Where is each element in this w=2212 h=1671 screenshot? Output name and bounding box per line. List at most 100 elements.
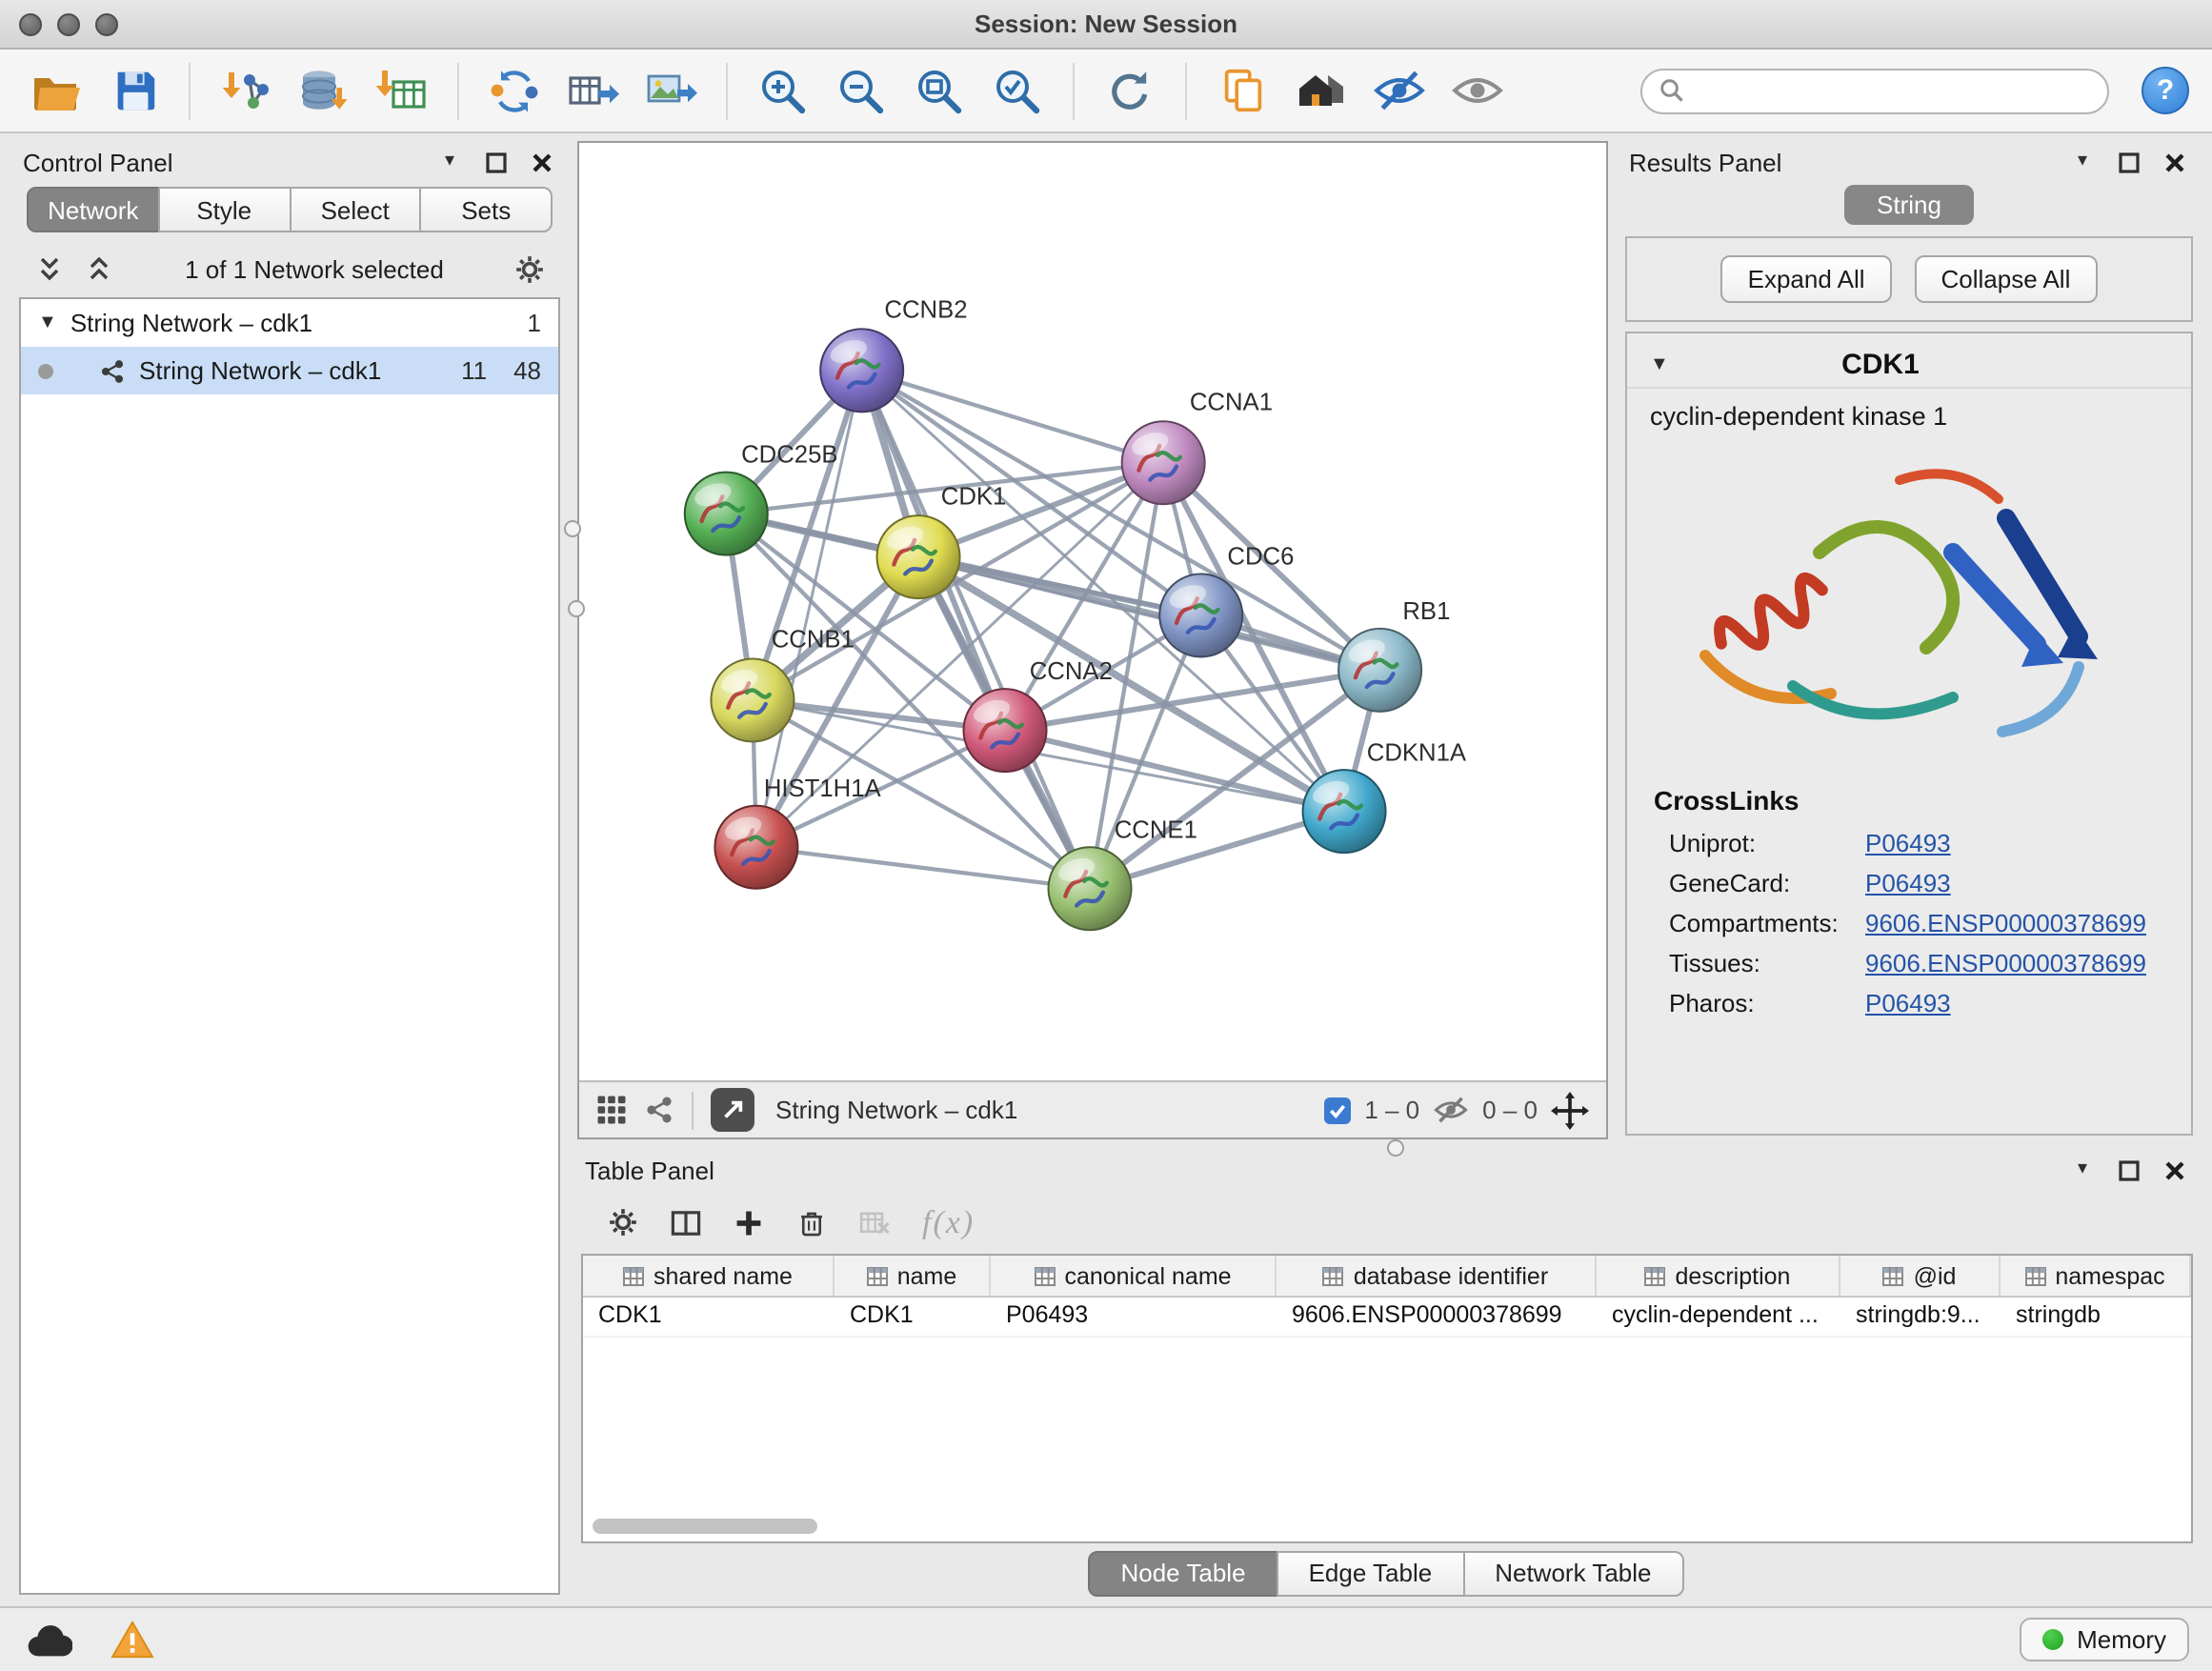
copy-button[interactable]: [1210, 58, 1275, 123]
network-collection-row[interactable]: ▼ String Network – cdk1 1: [21, 299, 558, 347]
column-header--id[interactable]: @id: [1840, 1256, 2001, 1296]
delete-column-trash-icon[interactable]: [796, 1207, 827, 1238]
tab-node-table[interactable]: Node Table: [1088, 1550, 1277, 1596]
cloud-status-icon[interactable]: [23, 1615, 72, 1664]
tab-network[interactable]: Network: [27, 187, 160, 232]
apply-layout-button[interactable]: [1097, 58, 1162, 123]
search-input[interactable]: [1696, 77, 2090, 104]
memory-button[interactable]: Memory: [2020, 1618, 2189, 1661]
create-column-plus-icon[interactable]: [734, 1207, 764, 1238]
node-label-CCNB1: CCNB1: [772, 627, 855, 654]
birdseye-grid-icon[interactable]: [596, 1095, 627, 1125]
collapse-all-networks-icon[interactable]: [84, 253, 114, 284]
close-panel-icon[interactable]: [2159, 147, 2189, 177]
open-session-button[interactable]: [23, 58, 88, 123]
tab-network-table[interactable]: Network Table: [1462, 1550, 1683, 1596]
new-network-from-selection-button[interactable]: [482, 58, 547, 123]
column-grid-icon: [1645, 1266, 1666, 1285]
zoom-out-button[interactable]: [829, 58, 894, 123]
close-panel-icon[interactable]: [2159, 1155, 2189, 1185]
export-image-button[interactable]: [638, 58, 703, 123]
splitter-handle[interactable]: [1387, 1139, 1404, 1157]
column-header-label: namespac: [2055, 1262, 2164, 1289]
close-window-button[interactable]: [19, 12, 42, 35]
save-session-button[interactable]: [101, 58, 166, 123]
float-panel-icon[interactable]: [2113, 147, 2143, 177]
float-panel-icon[interactable]: [2113, 1155, 2143, 1185]
expand-all-networks-icon[interactable]: [34, 253, 65, 284]
import-network-from-file-button[interactable]: [213, 58, 278, 123]
network-node-RB1[interactable]: RB1: [1338, 598, 1450, 712]
column-header-name[interactable]: name: [835, 1256, 991, 1296]
crosslink-row: Uniprot:P06493: [1627, 823, 2191, 863]
network-overview-share-icon[interactable]: [644, 1095, 674, 1125]
selected-checkbox-icon[interactable]: [1324, 1097, 1351, 1123]
gene-collapse-icon[interactable]: ▼: [1650, 355, 1669, 374]
open-in-window-button[interactable]: [711, 1088, 754, 1132]
hidden-eye-slash-icon[interactable]: [1433, 1092, 1469, 1128]
collapse-all-button[interactable]: Collapse All: [1915, 255, 2098, 303]
zoom-window-button[interactable]: [95, 12, 118, 35]
column-header-shared-name[interactable]: shared name: [583, 1256, 835, 1296]
crosslink-link-uniprot[interactable]: P06493: [1865, 829, 1951, 857]
column-header-database-identifier[interactable]: database identifier: [1277, 1256, 1597, 1296]
panel-menu-icon[interactable]: ▾: [2067, 1155, 2098, 1185]
gene-description: cyclin-dependent kinase 1: [1627, 389, 2191, 434]
float-panel-icon[interactable]: [480, 147, 511, 177]
show-columns-icon[interactable]: [671, 1207, 701, 1238]
minimize-window-button[interactable]: [57, 12, 80, 35]
show-all-button[interactable]: [1444, 58, 1509, 123]
zoom-selected-button[interactable]: [985, 58, 1050, 123]
crosslink-link-genecard[interactable]: P06493: [1865, 869, 1951, 897]
network-node-CDC25B[interactable]: CDC25B: [685, 442, 838, 555]
network-node-CCNE1[interactable]: CCNE1: [1049, 816, 1197, 930]
zoom-in-button[interactable]: [751, 58, 815, 123]
panel-menu-icon[interactable]: ▾: [434, 147, 465, 177]
node-label-RB1: RB1: [1402, 598, 1450, 625]
node-label-CCNE1: CCNE1: [1115, 816, 1197, 843]
table-row[interactable]: CDK1CDK1P064939606.ENSP00000378699cyclin…: [583, 1298, 2191, 1338]
tab-edge-table[interactable]: Edge Table: [1277, 1550, 1465, 1596]
network-graph[interactable]: CCNB2CCNA1CDC25BCDK1CDC6RB1CCNB1CCNA2CDK…: [579, 143, 1606, 1080]
crosslink-link-pharos[interactable]: P06493: [1865, 989, 1951, 1017]
title-bar[interactable]: Session: New Session: [0, 0, 2212, 50]
network-node-CDKN1A[interactable]: CDKN1A: [1303, 739, 1467, 853]
network-node-CCNA1[interactable]: CCNA1: [1122, 389, 1273, 504]
tab-string[interactable]: String: [1844, 185, 1974, 225]
import-network-from-database-button[interactable]: [292, 58, 356, 123]
close-panel-icon[interactable]: [526, 147, 556, 177]
network-canvas[interactable]: CCNB2CCNA1CDC25BCDK1CDC6RB1CCNB1CCNA2CDK…: [579, 143, 1606, 1080]
search-box[interactable]: [1640, 68, 2109, 113]
network-node-HIST1H1A[interactable]: HIST1H1A: [714, 775, 881, 889]
tab-style[interactable]: Style: [158, 187, 292, 232]
network-node-CDK1[interactable]: CDK1: [877, 483, 1007, 598]
pan-move-icon[interactable]: [1551, 1091, 1589, 1129]
export-table-button[interactable]: [560, 58, 625, 123]
column-header-description[interactable]: description: [1597, 1256, 1840, 1296]
table-options-gear-icon[interactable]: [608, 1207, 638, 1238]
warning-icon[interactable]: [107, 1615, 156, 1664]
crosslink-link-compartments[interactable]: 9606.ENSP00000378699: [1865, 909, 2146, 937]
column-header-canonical-name[interactable]: canonical name: [991, 1256, 1277, 1296]
memory-label: Memory: [2077, 1625, 2166, 1654]
help-button[interactable]: ?: [2142, 67, 2189, 114]
import-table-from-file-button[interactable]: [370, 58, 434, 123]
hide-selected-button[interactable]: [1366, 58, 1431, 123]
panel-menu-icon[interactable]: ▾: [2067, 147, 2098, 177]
network-row[interactable]: String Network – cdk1 11 48: [21, 347, 558, 394]
control-panel-tabs: Network Style Select Sets: [27, 187, 553, 232]
tab-sets[interactable]: Sets: [420, 187, 553, 232]
horizontal-scrollbar[interactable]: [593, 1519, 817, 1534]
expand-all-button[interactable]: Expand All: [1721, 255, 1892, 303]
toolbar-separator: [1185, 62, 1187, 119]
column-header-namespac[interactable]: namespac: [2001, 1256, 2191, 1296]
collection-expand-icon[interactable]: ▼: [38, 313, 57, 332]
network-node-CCNB1[interactable]: CCNB1: [711, 627, 854, 742]
network-options-gear-icon[interactable]: [514, 253, 545, 284]
gene-header-row[interactable]: ▼ CDK1: [1627, 333, 2191, 389]
crosslink-link-tissues[interactable]: 9606.ENSP00000378699: [1865, 949, 2146, 977]
zoom-fit-button[interactable]: [907, 58, 972, 123]
app-window: Session: New Session: [0, 0, 2212, 1671]
tab-select[interactable]: Select: [289, 187, 422, 232]
home-button[interactable]: [1288, 58, 1353, 123]
